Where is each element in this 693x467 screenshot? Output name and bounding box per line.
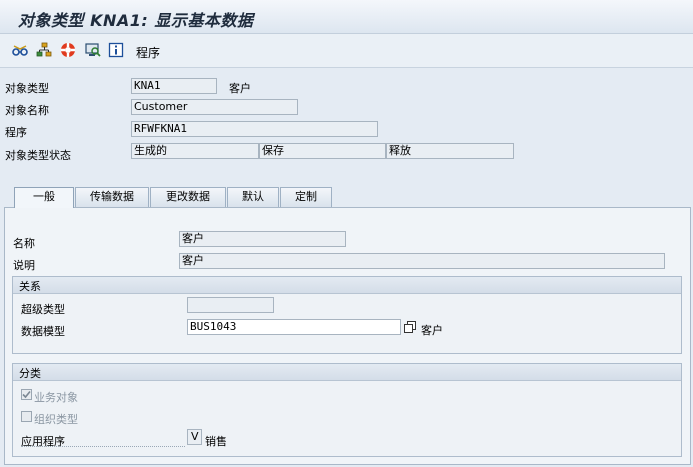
program-button[interactable]: 程序 xyxy=(136,44,160,61)
status-saved-field[interactable]: 保存 xyxy=(259,143,386,159)
tab-defaults[interactable]: 默认 xyxy=(227,187,279,207)
glasses-icon[interactable] xyxy=(12,42,28,58)
program-field[interactable]: RFWFKNA1 xyxy=(131,121,378,137)
classification-group: 分类 xyxy=(12,363,682,457)
relations-group-header: 关系 xyxy=(13,277,681,294)
lifesaver-icon[interactable] xyxy=(60,42,76,58)
info-icon[interactable] xyxy=(108,42,124,58)
object-type-label: 对象类型 xyxy=(5,82,49,95)
description-label: 说明 xyxy=(13,259,35,272)
org-type-checkbox[interactable] xyxy=(21,411,32,422)
status-released-field[interactable]: 释放 xyxy=(386,143,514,159)
business-object-label: 业务对象 xyxy=(34,391,78,404)
description-field[interactable]: 客户 xyxy=(179,253,665,269)
data-model-description: 客户 xyxy=(421,324,443,337)
tab-customizing[interactable]: 定制 xyxy=(280,187,332,207)
object-name-label: 对象名称 xyxy=(5,104,49,117)
org-type-label: 组织类型 xyxy=(34,413,78,426)
object-type-status-label: 对象类型状态 xyxy=(5,149,71,162)
monitor-search-icon[interactable] xyxy=(85,42,101,58)
copy-icon[interactable] xyxy=(403,320,417,334)
classification-group-header: 分类 xyxy=(13,364,681,381)
application-field[interactable]: V xyxy=(187,429,202,445)
name-label: 名称 xyxy=(13,237,35,250)
hierarchy-icon[interactable] xyxy=(36,42,52,58)
object-type-field[interactable]: KNA1 xyxy=(131,78,217,94)
relations-group: 关系 xyxy=(12,276,682,354)
tab-change-data[interactable]: 更改数据 xyxy=(150,187,226,207)
status-generated-field[interactable]: 生成的 xyxy=(131,143,259,159)
supertype-label: 超级类型 xyxy=(21,303,65,316)
tab-general[interactable]: 一般 xyxy=(14,187,74,208)
page-title: 对象类型 KNA1: 显示基本数据 xyxy=(18,11,254,30)
relations-title: 关系 xyxy=(19,280,41,293)
application-description: 销售 xyxy=(205,435,227,448)
supertype-field[interactable] xyxy=(187,297,274,313)
name-field[interactable]: 客户 xyxy=(179,231,346,247)
object-name-field[interactable]: Customer xyxy=(131,99,298,115)
title-bar: 对象类型 KNA1: 显示基本数据 xyxy=(0,0,693,34)
program-label: 程序 xyxy=(5,126,27,139)
classification-title: 分类 xyxy=(19,367,41,380)
data-model-label: 数据模型 xyxy=(21,325,65,338)
tab-transport-data[interactable]: 传输数据 xyxy=(75,187,149,207)
application-toolbar: 程序 xyxy=(0,34,693,68)
business-object-checkbox[interactable] xyxy=(21,389,32,400)
object-type-description: 客户 xyxy=(229,82,251,95)
application-label-underline xyxy=(21,446,185,447)
data-model-field[interactable]: BUS1043 xyxy=(187,319,401,335)
